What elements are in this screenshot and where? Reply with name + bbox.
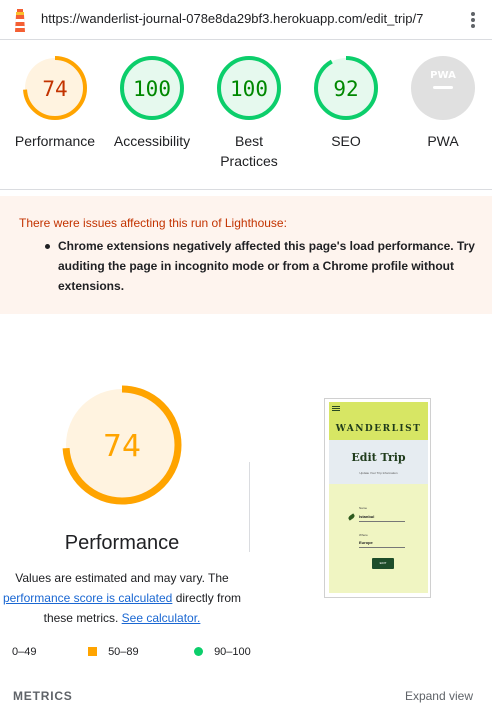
hamburger-icon [332, 406, 340, 412]
performance-big-score: 74 [103, 429, 141, 464]
thumb-hero: Edit Trip Update Your Trip Information [329, 440, 428, 484]
gauge-score: 92 [333, 77, 358, 101]
thumb-field-value: Europe [359, 540, 373, 545]
final-screenshot-thumbnail[interactable]: WANDERLIST Edit Trip Update Your Trip In… [324, 398, 431, 598]
expand-view-button[interactable]: Expand view [405, 689, 473, 703]
gauge-label: Accessibility [113, 133, 191, 149]
category-gauges: 74 Performance 100 Accessibility 100 Bes… [0, 40, 492, 190]
gauge-pwa[interactable]: PWA PWA [395, 54, 491, 151]
run-warning: There were issues affecting this run of … [0, 196, 492, 314]
pwa-badge-text: PWA [430, 70, 456, 81]
legend-pass: 90–100 [194, 646, 251, 658]
legend-range: 0–49 [12, 646, 37, 658]
performance-note: Values are estimated and may vary. The p… [0, 568, 244, 628]
gauge-score: 100 [230, 77, 268, 101]
thumb-edit-button: EDIT [372, 558, 394, 569]
thumb-brand: WANDERLIST [335, 424, 422, 434]
performance-gauge-ring: 74 [23, 56, 87, 120]
warning-list: Chrome extensions negatively affected th… [45, 236, 478, 296]
gauge-label: Performance [14, 133, 96, 149]
pwa-badge-icon: PWA [411, 56, 475, 120]
thumb-field-underline [359, 547, 405, 548]
gauge-score: 100 [133, 77, 171, 101]
legend-range: 50–89 [108, 646, 139, 658]
metrics-title: METRICS [13, 689, 73, 703]
gauge-score: 74 [42, 77, 67, 101]
url-bar: https://wanderlist-journal-078e8da29bf3.… [0, 0, 492, 40]
score-legend: 0–49 50–89 90–100 [0, 646, 492, 662]
legend-range: 90–100 [214, 646, 251, 658]
thumb-field-label: Where [359, 533, 368, 537]
gauge-label: SEO [331, 133, 361, 149]
warning-title: There were issues affecting this run of … [19, 216, 287, 230]
divider [249, 462, 250, 552]
square-icon [88, 647, 97, 656]
performance-big-gauge: 74 [62, 385, 182, 505]
legend-average: 50–89 [88, 646, 139, 658]
lighthouse-logo-icon [15, 9, 25, 32]
thumb-field-value: Istanbul [359, 514, 375, 519]
warning-item: Chrome extensions negatively affected th… [45, 236, 478, 296]
accessibility-gauge-ring: 100 [120, 56, 184, 120]
gauge-label: Best Practices [220, 133, 278, 169]
best-practices-gauge-ring: 100 [217, 56, 281, 120]
circle-icon [194, 647, 203, 656]
warning-item-text: Chrome extensions negatively affected th… [58, 239, 475, 293]
thumb-heading: Edit Trip [351, 451, 406, 464]
gauge-seo[interactable]: 92 SEO [298, 54, 394, 151]
gauge-best-practices[interactable]: 100 Best Practices [201, 54, 297, 171]
bullet [45, 244, 50, 249]
gauge-label: PWA [427, 133, 459, 149]
seo-gauge-ring: 92 [314, 56, 378, 120]
performance-title: Performance [64, 532, 180, 554]
legend-fail: 0–49 [12, 646, 36, 658]
see-calculator-link[interactable]: See calculator. [122, 611, 201, 625]
thumb-form [329, 484, 428, 593]
thumb-subheading: Update Your Trip Information [359, 471, 398, 475]
gauge-accessibility[interactable]: 100 Accessibility [104, 54, 200, 151]
gauge-performance[interactable]: 74 Performance [7, 54, 103, 151]
score-calculated-link[interactable]: performance score is calculated [3, 591, 172, 605]
thumb-field-underline [359, 521, 405, 522]
more-options-icon[interactable] [466, 10, 480, 30]
note-text: Values are estimated and may vary. The [15, 571, 229, 585]
thumb-field-label: Name [359, 506, 368, 510]
thumb-header: WANDERLIST [329, 402, 428, 440]
url-text[interactable]: https://wanderlist-journal-078e8da29bf3.… [41, 11, 423, 26]
